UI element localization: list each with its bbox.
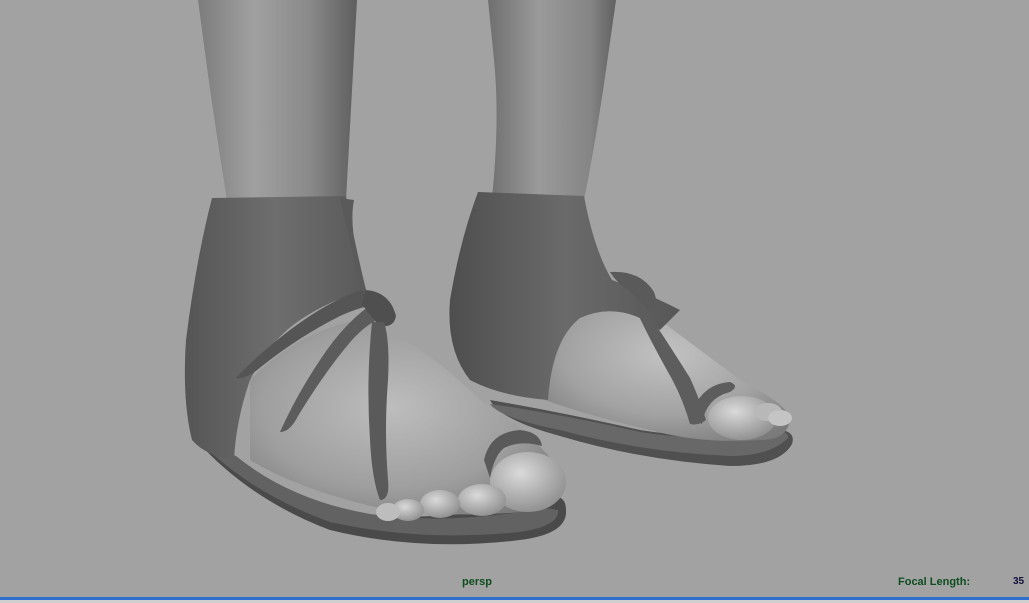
perspective-viewport[interactable]: persp Focal Length: 35 xyxy=(0,0,1029,603)
viewport-scene[interactable] xyxy=(0,0,1029,603)
focal-length-value: 35 xyxy=(1013,576,1025,587)
left-leg xyxy=(198,0,357,206)
focal-length-label: Focal Length: xyxy=(898,576,971,588)
camera-name-label: persp xyxy=(462,576,492,588)
right-leg xyxy=(488,0,616,200)
